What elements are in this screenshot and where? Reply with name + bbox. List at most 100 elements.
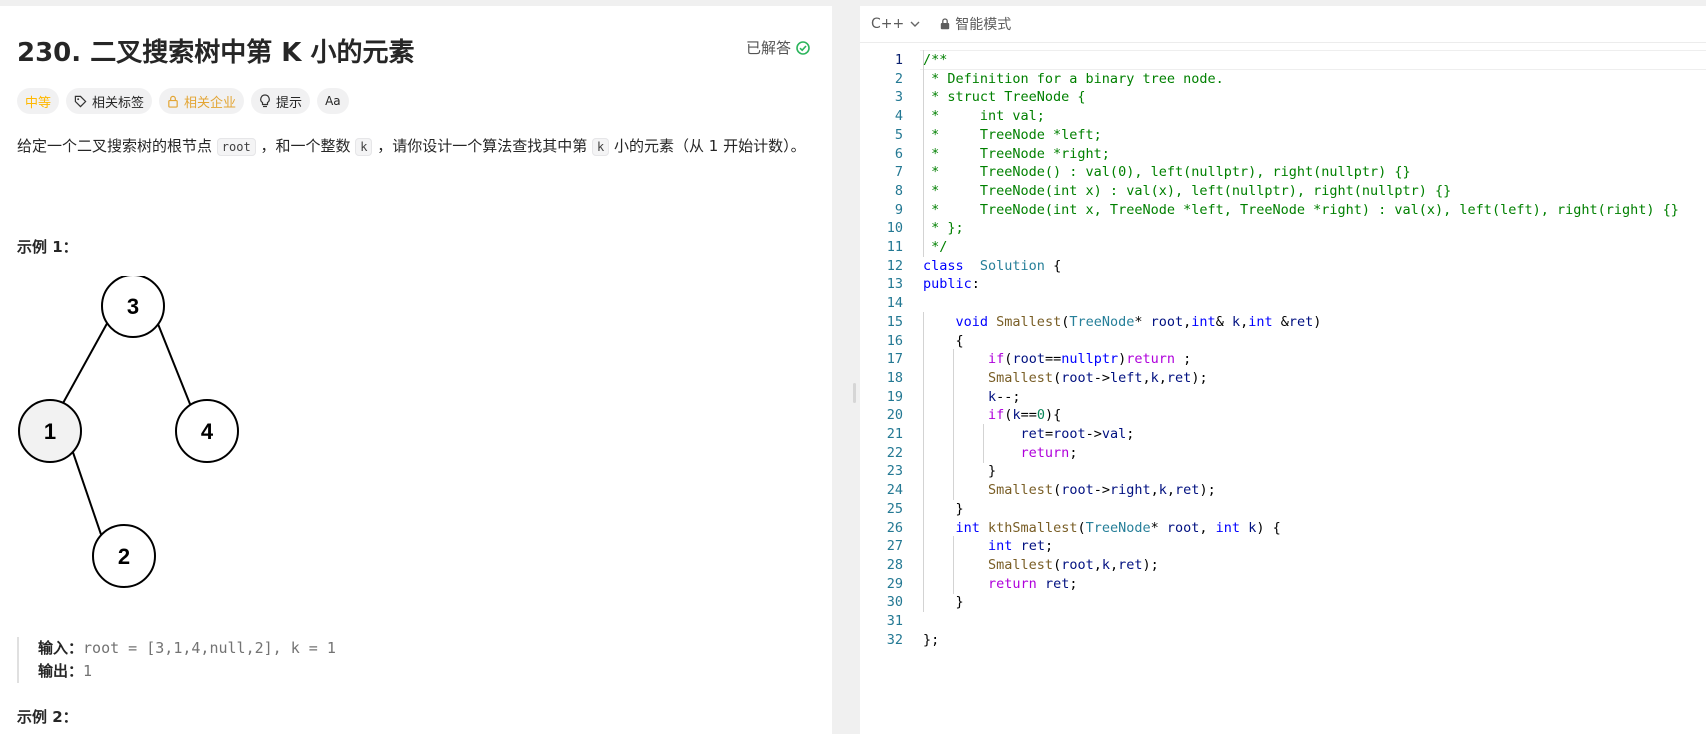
code-line[interactable]: 8 * TreeNode(int x) : val(x), left(nullp… xyxy=(860,180,1706,201)
code-text: if(k==0){ xyxy=(923,405,1061,425)
font-translate-button[interactable]: Aa xyxy=(317,88,349,114)
code-token: ; xyxy=(1126,426,1135,442)
code-token: ( xyxy=(1077,519,1086,536)
code-line[interactable]: 13 public: xyxy=(860,274,1706,294)
line-number: 13 xyxy=(886,276,903,293)
code-token: int xyxy=(1215,519,1241,536)
current-line-highlight xyxy=(920,50,1706,70)
code-line[interactable]: 4 * int val; xyxy=(860,106,1706,127)
code-token: ){ xyxy=(1044,407,1062,424)
code-line[interactable]: 23 } xyxy=(860,461,1706,482)
code-line[interactable]: 30 } xyxy=(860,592,1706,613)
code-line[interactable]: 16 { xyxy=(860,330,1706,351)
related-companies-button[interactable]: 相关企业 xyxy=(159,88,245,114)
tree-node-label: 2 xyxy=(118,544,130,569)
code-line[interactable]: 15 void Smallest(TreeNode* root,int& k,i… xyxy=(860,311,1706,332)
code-text: * TreeNode() : val(0), left(nullptr), ri… xyxy=(923,162,1411,182)
solved-status: 已解答 xyxy=(746,37,810,58)
code-line[interactable]: 6 * TreeNode *right; xyxy=(860,143,1706,164)
code-token: ; xyxy=(1069,575,1078,592)
line-number: 20 xyxy=(886,407,903,424)
code-line[interactable]: 28 Smallest(root,k,ret); xyxy=(860,554,1706,575)
tag-icon xyxy=(74,95,87,107)
code-line[interactable]: 7 * TreeNode() : val(0), left(nullptr), … xyxy=(860,162,1706,183)
code-token: { xyxy=(1044,257,1062,274)
code-token: k xyxy=(988,388,997,405)
code-text: { xyxy=(923,331,964,351)
code-line[interactable]: 27 int ret; xyxy=(860,536,1706,557)
example-tree-image: 3 1 4 2 xyxy=(18,276,239,588)
code-token: ret xyxy=(1020,538,1045,555)
code-text: return; xyxy=(923,443,1078,463)
code-line[interactable]: 1 /** xyxy=(860,50,1706,70)
code-line[interactable]: 9 * TreeNode(int x, TreeNode *left, Tree… xyxy=(860,199,1706,220)
code-token: if xyxy=(988,407,1005,424)
code-token: } xyxy=(923,500,964,517)
code-token: * xyxy=(1134,313,1151,330)
smart-mode-toggle[interactable]: 智能模式 xyxy=(940,14,1011,34)
code-token: , xyxy=(1240,313,1249,330)
code-token: */ xyxy=(923,239,948,255)
code-line[interactable]: 29 return ret; xyxy=(860,573,1706,594)
code-token: Smallest xyxy=(988,556,1054,573)
code-token: ( xyxy=(1053,369,1062,386)
code-line[interactable]: 31 xyxy=(860,611,1706,631)
code-token: ); xyxy=(1142,556,1159,573)
code-line[interactable]: 22 return; xyxy=(860,442,1706,463)
desc-code-k: k xyxy=(592,138,610,156)
code-token: if xyxy=(988,351,1005,368)
hint-button[interactable]: 提示 xyxy=(251,88,311,114)
example-1-title: 示例 1： xyxy=(17,238,78,256)
code-line[interactable]: 21 ret=root->val; xyxy=(860,424,1706,444)
code-token: TreeNode xyxy=(1069,313,1135,330)
difficulty-label: 中等 xyxy=(25,95,52,111)
code-line[interactable]: 24 Smallest(root->right,k,ret); xyxy=(860,480,1706,501)
code-editor[interactable]: 1/** 2 * Definition for a binary tree nod… xyxy=(860,50,1706,730)
code-token: root xyxy=(1012,351,1045,368)
code-token: k xyxy=(1101,556,1110,573)
code-line[interactable]: 5 * TreeNode *left; xyxy=(860,124,1706,145)
code-text: } xyxy=(923,461,996,481)
related-tags-label: 相关标签 xyxy=(92,95,145,111)
code-line[interactable]: 11 */ xyxy=(860,237,1706,257)
code-line[interactable]: 2 * Definition for a binary tree node. xyxy=(860,68,1706,89)
code-token: ) xyxy=(1313,313,1322,330)
code-line[interactable]: 12 class Solution { xyxy=(860,256,1706,276)
language-select[interactable]: C++ xyxy=(871,16,920,32)
desc-text: 给定一个二叉搜索树的根节点 xyxy=(17,137,217,155)
code-token: ; xyxy=(1069,444,1078,461)
code-line[interactable]: 17 if(root==nullptr)return ; xyxy=(860,349,1706,370)
code-line[interactable]: 3 * struct TreeNode { xyxy=(860,87,1706,108)
code-token: * xyxy=(1150,519,1167,536)
code-token: val xyxy=(1101,426,1127,442)
code-token: ( xyxy=(1053,482,1062,499)
code-token: return xyxy=(988,575,1037,592)
code-line[interactable]: 20 if(k==0){ xyxy=(860,405,1706,426)
editor-toolbar: C++ 智能模式 xyxy=(860,6,1706,43)
drag-handle[interactable] xyxy=(853,383,856,403)
line-number: 31 xyxy=(886,613,903,629)
code-line[interactable]: 25 } xyxy=(860,498,1706,519)
code-token: Solution xyxy=(979,257,1045,274)
code-token: * struct TreeNode { xyxy=(923,89,1086,106)
code-line[interactable]: 32}; xyxy=(860,630,1706,650)
code-line[interactable]: 14 xyxy=(860,293,1706,313)
code-line[interactable]: 18 Smallest(root->left,k,ret); xyxy=(860,367,1706,388)
line-number: 14 xyxy=(886,295,903,312)
lock-icon xyxy=(941,18,950,30)
panel-divider[interactable] xyxy=(849,0,860,734)
code-line[interactable]: 26 int kthSmallest(TreeNode* root, int k… xyxy=(860,517,1706,538)
line-number: 2 xyxy=(894,70,903,87)
related-tags-button[interactable]: 相关标签 xyxy=(66,88,153,114)
code-token: ); xyxy=(1199,482,1216,499)
code-line[interactable]: 10 * }; xyxy=(860,218,1706,239)
code-token: root xyxy=(1061,369,1094,386)
desc-text: ，请你设计一个算法查找其中第 xyxy=(372,137,593,155)
code-line[interactable]: 19 k--; xyxy=(860,386,1706,407)
